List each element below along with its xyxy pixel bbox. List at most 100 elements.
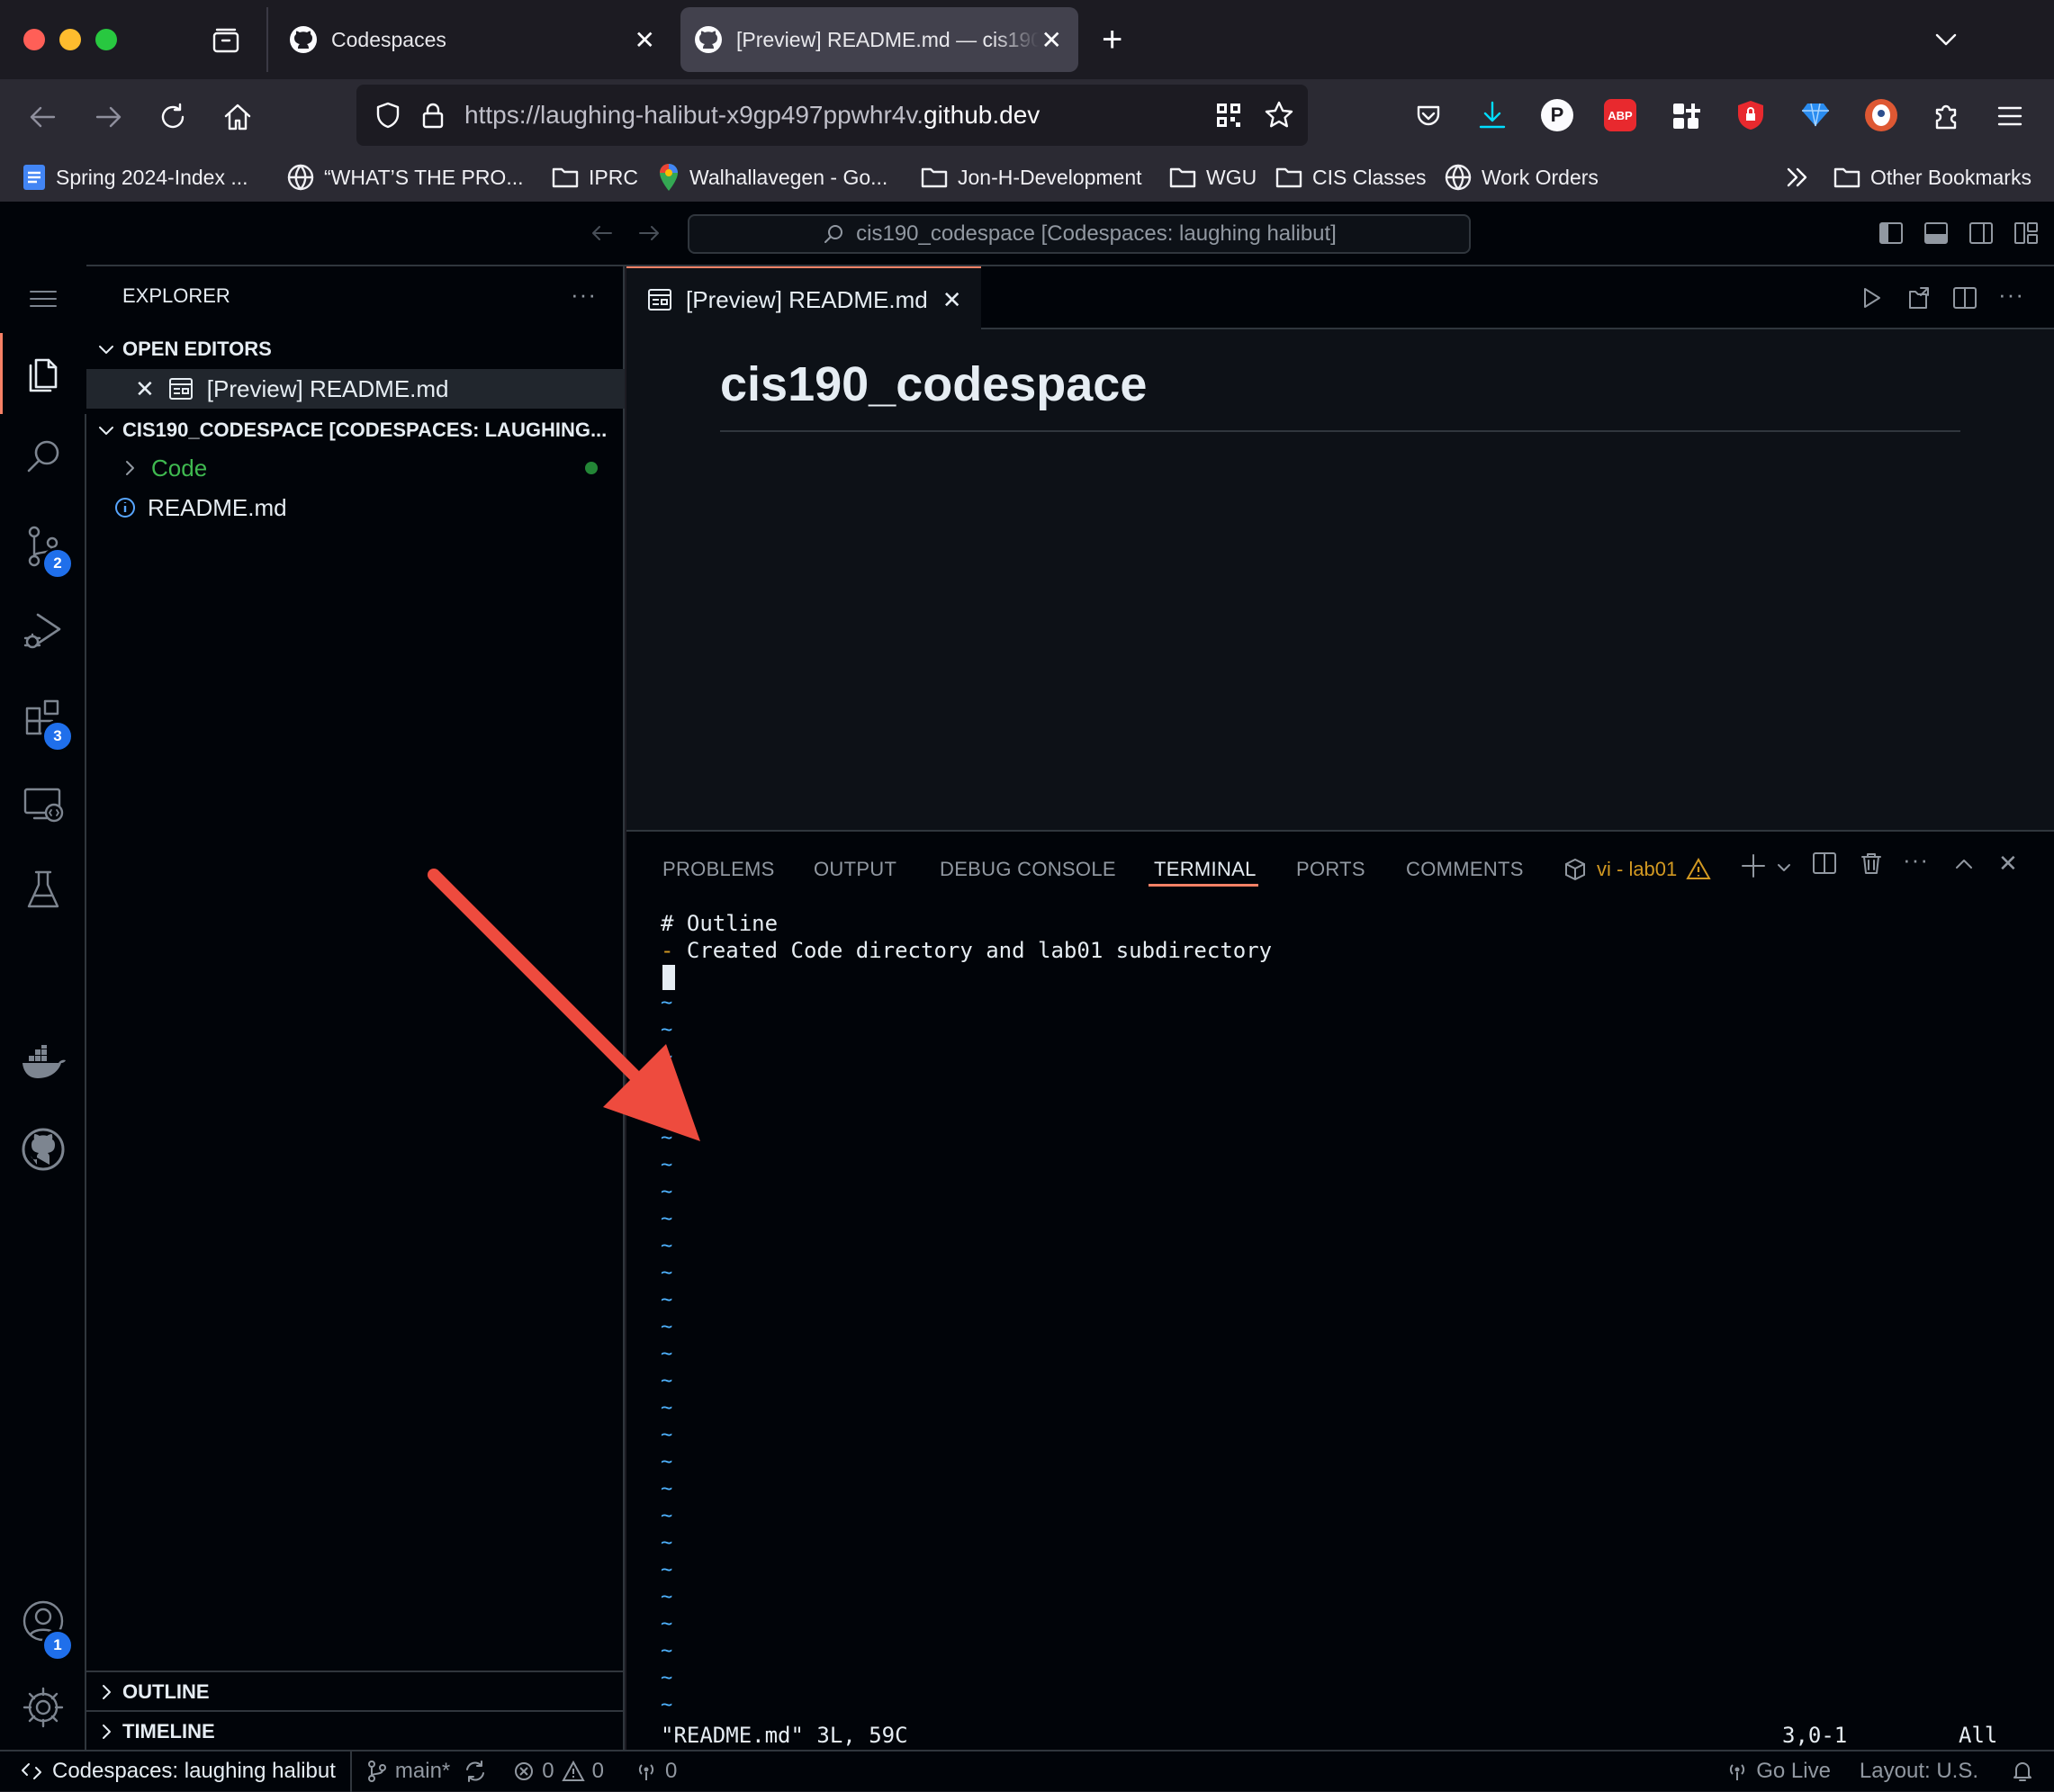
activity-extensions[interactable]: 3 [0, 677, 86, 758]
close-tab-icon[interactable]: ✕ [942, 286, 962, 314]
close-window-button[interactable] [23, 29, 45, 50]
diamond-extension-icon[interactable] [1800, 99, 1831, 130]
customize-layout-icon[interactable] [2013, 220, 2040, 247]
zoom-window-button[interactable] [95, 29, 117, 50]
activity-remote-explorer[interactable] [0, 763, 86, 844]
p-extension-icon[interactable]: P [1541, 99, 1573, 131]
bookmark-wgu[interactable]: WGU [1168, 153, 1257, 202]
minimize-window-button[interactable] [59, 29, 81, 50]
browser-tab-readme-preview[interactable]: [Preview] README.md — cis190 ✕ [680, 7, 1078, 72]
timeline-section[interactable]: TIMELINE [86, 1712, 625, 1751]
toggle-primary-sidebar-icon[interactable] [1878, 220, 1905, 247]
go-live-button[interactable]: Go Live [1725, 1759, 1831, 1784]
close-tab-icon[interactable]: ✕ [635, 25, 655, 55]
browser-tab-codespaces[interactable]: Codespaces ✕ [275, 7, 668, 72]
reload-icon[interactable] [157, 101, 189, 133]
toggle-secondary-sidebar-icon[interactable] [1968, 220, 1995, 247]
sync-icon[interactable] [463, 1759, 488, 1784]
terminal-dropdown-chevron-icon[interactable] [1775, 859, 1793, 877]
other-bookmarks[interactable]: Other Bookmarks [1833, 153, 2031, 202]
url-bar[interactable]: https://laughing-halibut-x9gp497ppwhr4v.… [356, 85, 1308, 146]
pocket-icon[interactable] [1413, 101, 1444, 131]
bookmark-star-icon[interactable] [1263, 99, 1295, 131]
downloads-icon[interactable] [1476, 99, 1509, 131]
nav-back-icon[interactable] [589, 220, 616, 247]
panel-more-actions-icon[interactable]: ··· [1903, 846, 1929, 874]
bookmark-whats-the-pro[interactable]: “WHAT’S THE PRO... [286, 153, 524, 202]
remote-indicator[interactable]: Codespaces: laughing halibut [0, 1751, 352, 1792]
activity-testing[interactable] [0, 850, 86, 931]
panel-tab-ports[interactable]: PORTS [1296, 850, 1365, 889]
folder-icon [551, 165, 580, 190]
adblock-plus-icon[interactable]: ABP [1604, 99, 1636, 131]
tab-overview-icon[interactable] [211, 25, 241, 56]
workspace-section[interactable]: CIS190_CODESPACE [CODESPACES: LAUGHING..… [86, 410, 625, 450]
extensions-puzzle-icon[interactable] [1930, 99, 1962, 131]
search-icon [23, 437, 63, 476]
open-editors-section[interactable]: OPEN EDITORS [86, 329, 625, 369]
source-control-badge: 2 [41, 547, 74, 580]
branch-indicator[interactable]: main* [366, 1759, 450, 1784]
warning-icon [1686, 857, 1712, 882]
split-terminal-icon[interactable] [1811, 850, 1838, 877]
terminal-instance[interactable]: vi - lab01 [1563, 850, 1712, 889]
tree-item-readme[interactable]: README.md [86, 488, 625, 527]
qr-code-icon[interactable] [1214, 101, 1243, 130]
bookmarks-overflow-icon[interactable] [1784, 153, 1811, 202]
bookmark-iprc[interactable]: IPRC [551, 153, 638, 202]
outline-section[interactable]: OUTLINE [86, 1672, 625, 1712]
tab-list-chevron-icon[interactable] [1932, 25, 1960, 54]
open-editor-readme-preview[interactable]: ✕ [Preview] README.md [86, 369, 625, 409]
keyboard-layout[interactable]: Layout: U.S. [1860, 1759, 1978, 1784]
vim-tilde: ~ [661, 1532, 673, 1554]
close-editor-icon[interactable]: ✕ [135, 375, 155, 403]
problems-indicator[interactable]: 0 0 [513, 1759, 604, 1784]
activity-run-debug[interactable] [0, 590, 86, 671]
app-menu-icon[interactable] [1995, 101, 2025, 131]
panel-tab-debug-console[interactable]: DEBUG CONSOLE [940, 850, 1116, 889]
home-icon[interactable] [221, 101, 254, 133]
split-editor-icon[interactable] [1951, 284, 1978, 311]
tab-label: [Preview] README.md — cis190 [736, 27, 1039, 51]
bookmark-spring-index[interactable]: Spring 2024-Index ... [22, 153, 248, 202]
activity-accounts[interactable]: 1 [0, 1580, 86, 1661]
shield-lock-extension-icon[interactable] [1735, 99, 1766, 131]
explorer-more-actions-icon[interactable]: ··· [571, 281, 597, 309]
notifications-bell-icon[interactable] [2011, 1760, 2034, 1783]
bookmark-cis-classes[interactable]: CIS Classes [1275, 153, 1427, 202]
activity-search[interactable] [0, 416, 86, 497]
duckduckgo-icon[interactable] [1865, 99, 1897, 131]
activity-source-control[interactable]: 2 [0, 506, 86, 587]
activity-docker[interactable] [0, 1022, 86, 1103]
new-tab-button[interactable]: + [1102, 22, 1122, 58]
close-panel-icon[interactable]: ✕ [1998, 850, 2018, 878]
lock-icon[interactable] [419, 100, 446, 131]
nav-forward-icon[interactable] [635, 220, 662, 247]
editor-more-actions-icon[interactable]: ··· [1998, 281, 2024, 309]
activity-manage[interactable] [0, 1667, 86, 1748]
close-tab-icon[interactable]: ✕ [1041, 25, 1062, 55]
new-terminal-icon[interactable] [1739, 851, 1768, 880]
editor-tab-readme-preview[interactable]: [Preview] README.md ✕ [626, 266, 981, 331]
ports-indicator[interactable]: 0 [635, 1759, 677, 1784]
bookmark-jon-h-development[interactable]: Jon-H-Development [920, 153, 1142, 202]
bookmark-walhallavegen[interactable]: Walhallavegen - Go... [657, 153, 887, 202]
toggle-panel-icon[interactable] [1923, 220, 1950, 247]
bookmark-work-orders[interactable]: Work Orders [1444, 153, 1599, 202]
kill-terminal-trash-icon[interactable] [1858, 850, 1885, 877]
command-center[interactable]: cis190_codespace [Codespaces: laughing h… [688, 214, 1471, 254]
grid-extension-icon[interactable] [1671, 101, 1701, 131]
open-source-icon[interactable] [1905, 284, 1932, 311]
shield-icon[interactable] [373, 100, 403, 131]
run-icon[interactable] [1858, 284, 1885, 311]
forward-arrow-icon[interactable] [92, 101, 124, 133]
activity-explorer[interactable] [0, 333, 86, 414]
broadcast-icon [635, 1760, 658, 1783]
maximize-panel-chevron-up-icon[interactable] [1951, 851, 1977, 877]
activity-menu[interactable] [0, 265, 86, 333]
panel-tab-comments[interactable]: COMMENTS [1406, 850, 1524, 889]
tree-item-code-folder[interactable]: Code [86, 448, 625, 488]
activity-github[interactable] [0, 1109, 86, 1190]
back-arrow-icon[interactable] [27, 101, 59, 133]
panel-tab-output[interactable]: OUTPUT [814, 850, 896, 889]
